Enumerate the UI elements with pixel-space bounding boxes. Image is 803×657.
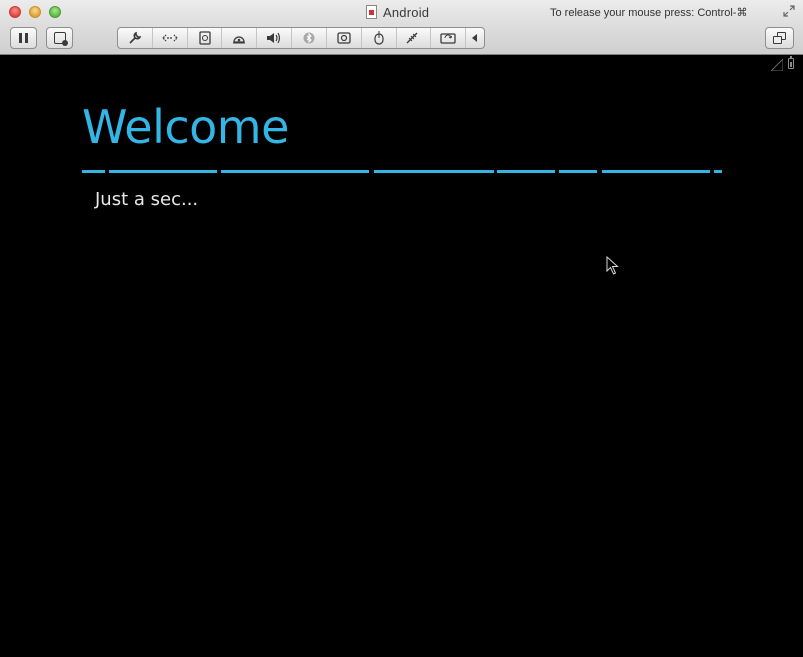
cd-dvd-icon[interactable] [222,28,258,48]
loading-subtitle: Just a sec... [95,189,199,210]
battery-icon [788,56,794,69]
release-mouse-hint: To release your mouse press: Control-⌘ [550,7,748,19]
wrench-icon[interactable] [118,28,153,48]
shared-folder-icon[interactable] [431,28,467,48]
welcome-title: Welcome [82,100,289,154]
camera-icon[interactable] [327,28,362,48]
hard-disk-icon[interactable] [188,28,223,48]
signal-icon [771,59,783,71]
usb-mouse-icon[interactable] [362,28,397,48]
network-icon[interactable] [153,28,188,48]
window-chrome: Android To release your mouse press: Con… [0,0,803,55]
printer-icon[interactable] [397,28,432,48]
collapse-arrow-icon[interactable] [466,28,484,48]
title-divider [82,170,722,173]
minimize-window-button[interactable] [29,6,41,18]
pause-button[interactable] [10,27,37,49]
close-window-button[interactable] [9,6,21,18]
window-mode-icon [772,32,787,44]
vm-window: Android To release your mouse press: Con… [0,0,803,657]
window-title: Android [383,4,430,20]
window-mode-button[interactable] [765,27,794,49]
window-title-area: Android [366,4,429,20]
guest-screen[interactable]: Welcome Just a sec... [1,55,802,656]
pause-icon [19,33,28,43]
device-toolbar [117,27,485,49]
sound-icon[interactable] [257,28,293,48]
zoom-window-button[interactable] [49,6,61,18]
snapshot-button[interactable] [46,27,73,49]
snapshot-icon [53,32,68,46]
bluetooth-icon[interactable] [292,28,327,48]
vm-document-icon [366,5,377,19]
mouse-pointer-icon [606,256,619,275]
fullscreen-icon[interactable] [783,5,795,20]
